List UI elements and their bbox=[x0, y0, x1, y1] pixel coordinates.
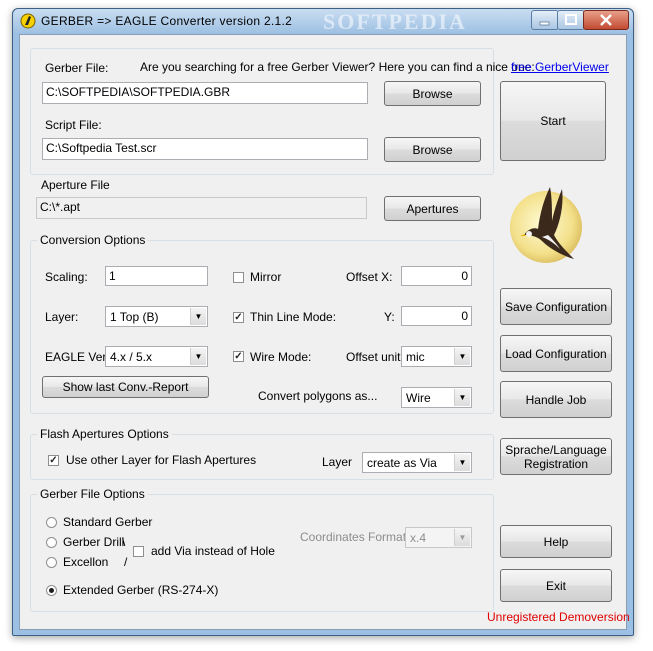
use-other-layer-label: Use other Layer for Flash Apertures bbox=[66, 453, 257, 467]
handle-job-button[interactable]: Handle Job bbox=[500, 381, 612, 418]
convert-polygons-value: Wire bbox=[406, 391, 431, 405]
minimize-icon bbox=[539, 21, 550, 26]
language-registration-button[interactable]: Sprache/Language Registration bbox=[500, 438, 612, 475]
offset-x-label: Offset X: bbox=[346, 270, 393, 284]
maximize-button[interactable] bbox=[557, 10, 585, 30]
standard-gerber-label: Standard Gerber bbox=[63, 515, 153, 529]
mirror-label: Mirror bbox=[250, 270, 282, 284]
use-other-layer-checkbox[interactable]: ✓ bbox=[48, 455, 59, 466]
excellon-separator: / bbox=[124, 555, 128, 569]
layer-select-value: 1 Top (B) bbox=[110, 310, 159, 324]
radio-extended-gerber[interactable] bbox=[46, 585, 57, 596]
script-file-input[interactable]: C:\Softpedia Test.scr bbox=[42, 138, 368, 160]
chevron-down-icon: ▼ bbox=[454, 454, 470, 471]
eagle-version-select[interactable]: 4.x / 5.x ▼ bbox=[105, 346, 208, 367]
help-label: Help bbox=[543, 534, 569, 549]
radio-excellon[interactable] bbox=[46, 557, 57, 568]
handle-job-label: Handle Job bbox=[525, 392, 587, 407]
gerber-file-options-title: Gerber File Options bbox=[37, 487, 148, 501]
chevron-down-icon: ▼ bbox=[454, 348, 470, 365]
gerber-viewer-link[interactable]: free GerberViewer bbox=[511, 60, 609, 74]
language-label: Sprache/Language bbox=[505, 442, 607, 457]
thin-line-checkbox[interactable]: ✓ bbox=[233, 312, 244, 323]
aperture-file-label: Aperture File bbox=[41, 178, 110, 192]
offset-unit-label: Offset unit bbox=[346, 350, 401, 364]
close-button[interactable] bbox=[583, 10, 629, 30]
excellon-label: Excellon bbox=[63, 555, 109, 569]
apertures-button[interactable]: Apertures bbox=[384, 196, 481, 221]
apertures-label: Apertures bbox=[406, 201, 459, 216]
eagle-version-label: EAGLE Ver: bbox=[45, 350, 110, 364]
coordinates-format-value: x.4 bbox=[410, 531, 427, 545]
coordinates-format-label: Coordinates Format bbox=[300, 530, 407, 544]
load-configuration-label: Load Configuration bbox=[505, 346, 607, 361]
load-configuration-button[interactable]: Load Configuration bbox=[500, 335, 612, 372]
scaling-input[interactable]: 1 bbox=[105, 266, 208, 286]
flash-apertures-title: Flash Apertures Options bbox=[37, 427, 172, 441]
thin-line-label: Thin Line Mode: bbox=[250, 310, 337, 324]
title-bar[interactable]: GERBER => EAGLE Converter version 2.1.2 … bbox=[13, 9, 633, 34]
main-window: GERBER => EAGLE Converter version 2.1.2 … bbox=[12, 8, 634, 636]
drill-separator: \ bbox=[122, 535, 126, 549]
client-area: Gerber File: Are you searching for a fre… bbox=[19, 34, 630, 630]
watermark-text: SOFTPEDIA bbox=[323, 9, 467, 34]
conversion-options-title: Conversion Options bbox=[37, 233, 149, 247]
chevron-down-icon: ▼ bbox=[190, 308, 206, 325]
layer-label: Layer: bbox=[45, 310, 79, 324]
scaling-label: Scaling: bbox=[45, 270, 88, 284]
radio-standard-gerber[interactable] bbox=[46, 517, 57, 528]
eagle-logo-icon bbox=[510, 187, 582, 263]
mirror-checkbox[interactable] bbox=[233, 272, 244, 283]
help-button[interactable]: Help bbox=[500, 525, 612, 558]
offset-y-input[interactable]: 0 bbox=[401, 306, 472, 326]
gerber-file-input[interactable]: C:\SOFTPEDIA\SOFTPEDIA.GBR bbox=[42, 82, 368, 104]
script-browse-button[interactable]: Browse bbox=[384, 137, 481, 162]
status-text: Unregistered Demoversion bbox=[487, 610, 630, 624]
minimize-button[interactable] bbox=[531, 10, 559, 30]
script-file-label: Script File: bbox=[45, 118, 102, 132]
flash-layer-label: Layer bbox=[322, 455, 353, 469]
gerber-browse-button[interactable]: Browse bbox=[384, 81, 481, 106]
offset-unit-value: mic bbox=[406, 350, 425, 364]
radio-gerber-drill[interactable] bbox=[46, 537, 57, 548]
viewer-prompt: Are you searching for a free Gerber View… bbox=[140, 60, 535, 74]
convert-polygons-label: Convert polygons as... bbox=[258, 389, 378, 403]
add-via-checkbox[interactable] bbox=[133, 546, 144, 557]
app-logo-icon bbox=[20, 13, 36, 29]
wire-mode-checkbox[interactable]: ✓ bbox=[233, 351, 244, 362]
offset-unit-select[interactable]: mic ▼ bbox=[401, 346, 472, 367]
layer-select[interactable]: 1 Top (B) ▼ bbox=[105, 306, 208, 327]
browse-label: Browse bbox=[412, 142, 453, 157]
exit-label: Exit bbox=[545, 578, 566, 593]
close-icon bbox=[600, 14, 612, 26]
gerber-file-label: Gerber File: bbox=[45, 61, 109, 75]
convert-polygons-select[interactable]: Wire ▼ bbox=[401, 387, 472, 408]
exit-button[interactable]: Exit bbox=[500, 569, 612, 602]
wire-mode-label: Wire Mode: bbox=[250, 350, 312, 364]
registration-label: Registration bbox=[523, 456, 589, 471]
flash-layer-value: create as Via bbox=[367, 456, 437, 470]
gerber-drill-label: Gerber Drill bbox=[63, 535, 125, 549]
chevron-down-icon: ▼ bbox=[190, 348, 206, 365]
maximize-icon bbox=[565, 14, 577, 25]
eagle-version-value: 4.x / 5.x bbox=[110, 350, 153, 364]
save-configuration-button[interactable]: Save Configuration bbox=[500, 288, 612, 325]
coordinates-format-select[interactable]: x.4 ▼ bbox=[405, 527, 472, 548]
extended-gerber-label: Extended Gerber (RS-274-X) bbox=[63, 583, 219, 597]
add-via-label: add Via instead of Hole bbox=[151, 544, 275, 558]
offset-y-label: Y: bbox=[384, 310, 395, 324]
save-configuration-label: Save Configuration bbox=[504, 299, 608, 314]
window-title: GERBER => EAGLE Converter version 2.1.2 bbox=[41, 14, 293, 28]
offset-x-input[interactable]: 0 bbox=[401, 266, 472, 286]
aperture-file-input[interactable]: C:\*.apt bbox=[36, 197, 367, 219]
show-report-label: Show last Conv.-Report bbox=[62, 380, 189, 394]
chevron-down-icon: ▼ bbox=[454, 389, 470, 406]
start-label: Start bbox=[540, 114, 566, 128]
browse-label: Browse bbox=[412, 86, 453, 101]
show-report-button[interactable]: Show last Conv.-Report bbox=[42, 376, 209, 398]
start-button[interactable]: Start bbox=[500, 81, 606, 161]
flash-layer-select[interactable]: create as Via ▼ bbox=[362, 452, 472, 473]
chevron-down-icon: ▼ bbox=[454, 529, 470, 546]
